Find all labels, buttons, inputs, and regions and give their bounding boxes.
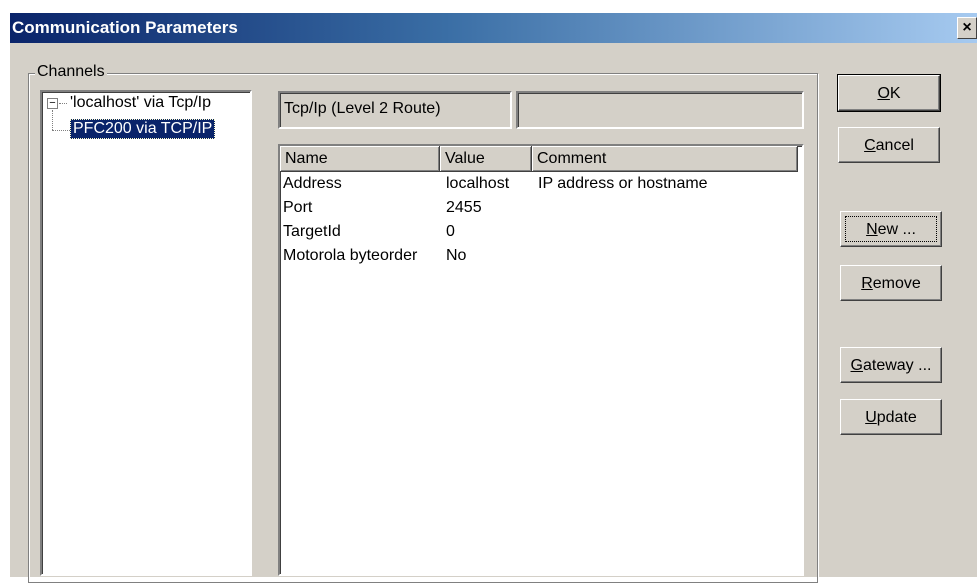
param-value[interactable]: localhost [446,172,509,196]
param-value[interactable]: 0 [446,220,455,244]
column-header-name[interactable]: Name [280,146,440,172]
tree-item-localhost[interactable]: 'localhost' via Tcp/Ip [70,94,211,112]
ok-button[interactable]: OK [837,74,941,112]
param-name[interactable]: Port [283,196,312,220]
update-button[interactable]: Update [840,399,942,435]
param-value[interactable]: 2455 [446,196,482,220]
gateway-button[interactable]: Gateway ... [840,347,942,383]
collapse-icon[interactable]: − [47,98,58,109]
new-button[interactable]: New ... [840,211,942,247]
param-comment: IP address or hostname [538,175,708,192]
param-name[interactable]: Motorola byteorder [283,244,417,268]
cancel-button[interactable]: Cancel [838,127,940,163]
title-bar: Communication Parameters × [10,13,977,43]
dialog-body: Channels − 'localhost' via Tcp/Ip PFC200… [10,43,977,583]
column-header-value[interactable]: Value [440,146,532,172]
param-value[interactable]: No [446,244,466,268]
tree-connector-line [59,103,67,104]
param-name[interactable]: Address [283,172,342,196]
driver-name-text: Tcp/Ip (Level 2 Route) [284,100,441,117]
parameters-list[interactable]: Name Value Comment Address localhost IP … [278,144,804,576]
tree-item-pfc200[interactable]: PFC200 via TCP/IP [70,119,216,139]
channels-tree[interactable]: − 'localhost' via Tcp/Ip PFC200 via TCP/… [40,90,252,576]
channels-group-label: Channels [35,63,107,81]
tree-connector-line [52,110,53,130]
param-name[interactable]: TargetId [283,220,341,244]
remove-button[interactable]: Remove [840,265,942,301]
close-icon[interactable]: × [957,17,977,39]
window-title: Communication Parameters [12,18,238,37]
column-header-comment[interactable]: Comment [532,146,798,172]
driver-name-field: Tcp/Ip (Level 2 Route) [278,91,512,129]
tree-connector-line [52,130,70,131]
driver-extra-field [516,91,804,129]
